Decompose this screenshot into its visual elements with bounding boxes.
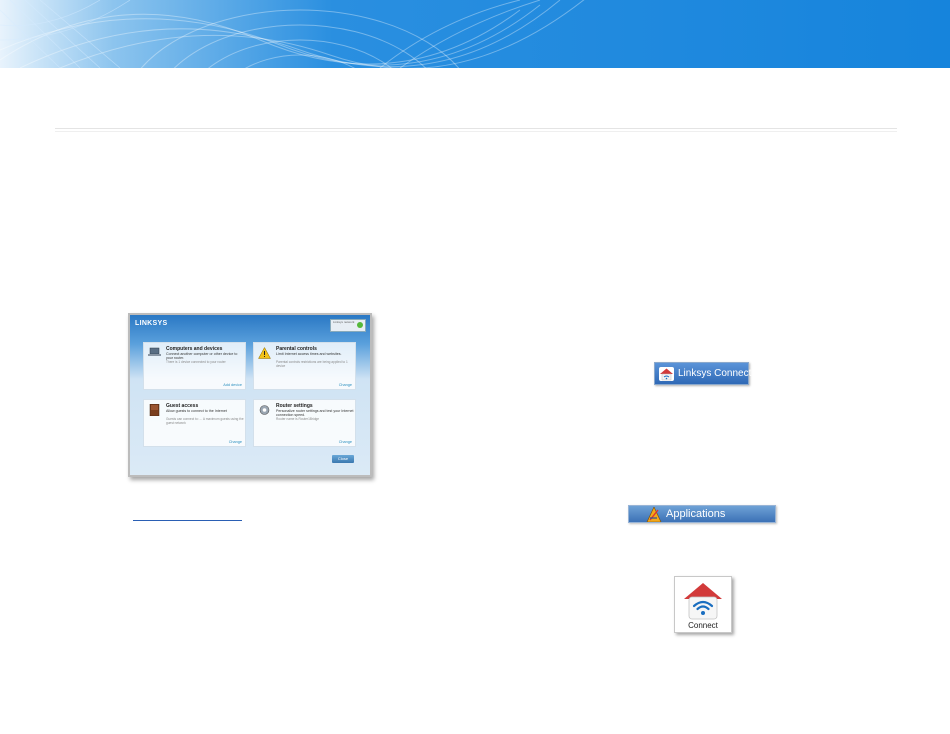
computer-icon: [148, 347, 161, 356]
panel-guest-access: Guest access Allow guests to connect to …: [143, 399, 246, 447]
house-wifi-icon: [684, 583, 722, 620]
applications-folder-button[interactable]: Applications: [628, 505, 776, 523]
close-button-label: Close: [337, 456, 349, 461]
status-ok-icon: [357, 322, 363, 328]
status-text: Linksys network: [333, 320, 355, 324]
change-link: Change: [228, 440, 242, 444]
applications-label: Applications: [666, 508, 726, 520]
panel-note: Parental controls restrictions are being…: [276, 360, 348, 368]
panel-note: Guests can connect to: ... A maximum gue…: [166, 417, 244, 425]
linksys-connect-label: Linksys Connect: [678, 368, 752, 379]
connect-label: Connect: [688, 621, 718, 630]
applications-folder-icon: [646, 507, 662, 522]
panel-description: Personalize router settings and test you…: [276, 409, 354, 417]
divider-line: [55, 128, 897, 129]
header-banner: [0, 0, 950, 68]
linksys-app-screenshot: LINKSYS Linksys network Computers and de…: [128, 313, 372, 477]
gear-icon: [259, 405, 270, 415]
warning-icon: [258, 347, 271, 359]
panel-description: Connect another computer or other device…: [166, 352, 238, 360]
banner-wave-graphic: [0, 0, 950, 68]
panel-note: Router name is Router1Bridge: [276, 417, 320, 421]
divider-line-shadow: [55, 131, 897, 132]
add-device-link: Add device: [223, 383, 242, 387]
panel-computers-devices: Computers and devices Connect another co…: [143, 342, 246, 390]
change-link: Change: [338, 383, 352, 387]
guest-door-icon: [149, 404, 160, 416]
router-home-icon: [659, 367, 674, 381]
hyperlink-underline[interactable]: [133, 520, 242, 521]
panel-note: There is 1 device connected to your rout…: [166, 360, 226, 364]
change-link: Change: [338, 440, 352, 444]
panel-parental-controls: Parental controls Limit Internet access …: [253, 342, 356, 390]
close-button: Close: [332, 455, 354, 463]
connect-app-tile[interactable]: Connect: [674, 576, 732, 633]
panel-description: Allow guests to connect to the Internet: [166, 409, 227, 413]
panel-description: Limit Internet access times and websites…: [276, 352, 342, 356]
network-status-indicator: Linksys network: [330, 319, 366, 332]
panel-router-settings: Router settings Personalize router setti…: [253, 399, 356, 447]
linksys-logo: LINKSYS: [135, 320, 168, 327]
linksys-connect-button[interactable]: Linksys Connect: [654, 362, 752, 385]
